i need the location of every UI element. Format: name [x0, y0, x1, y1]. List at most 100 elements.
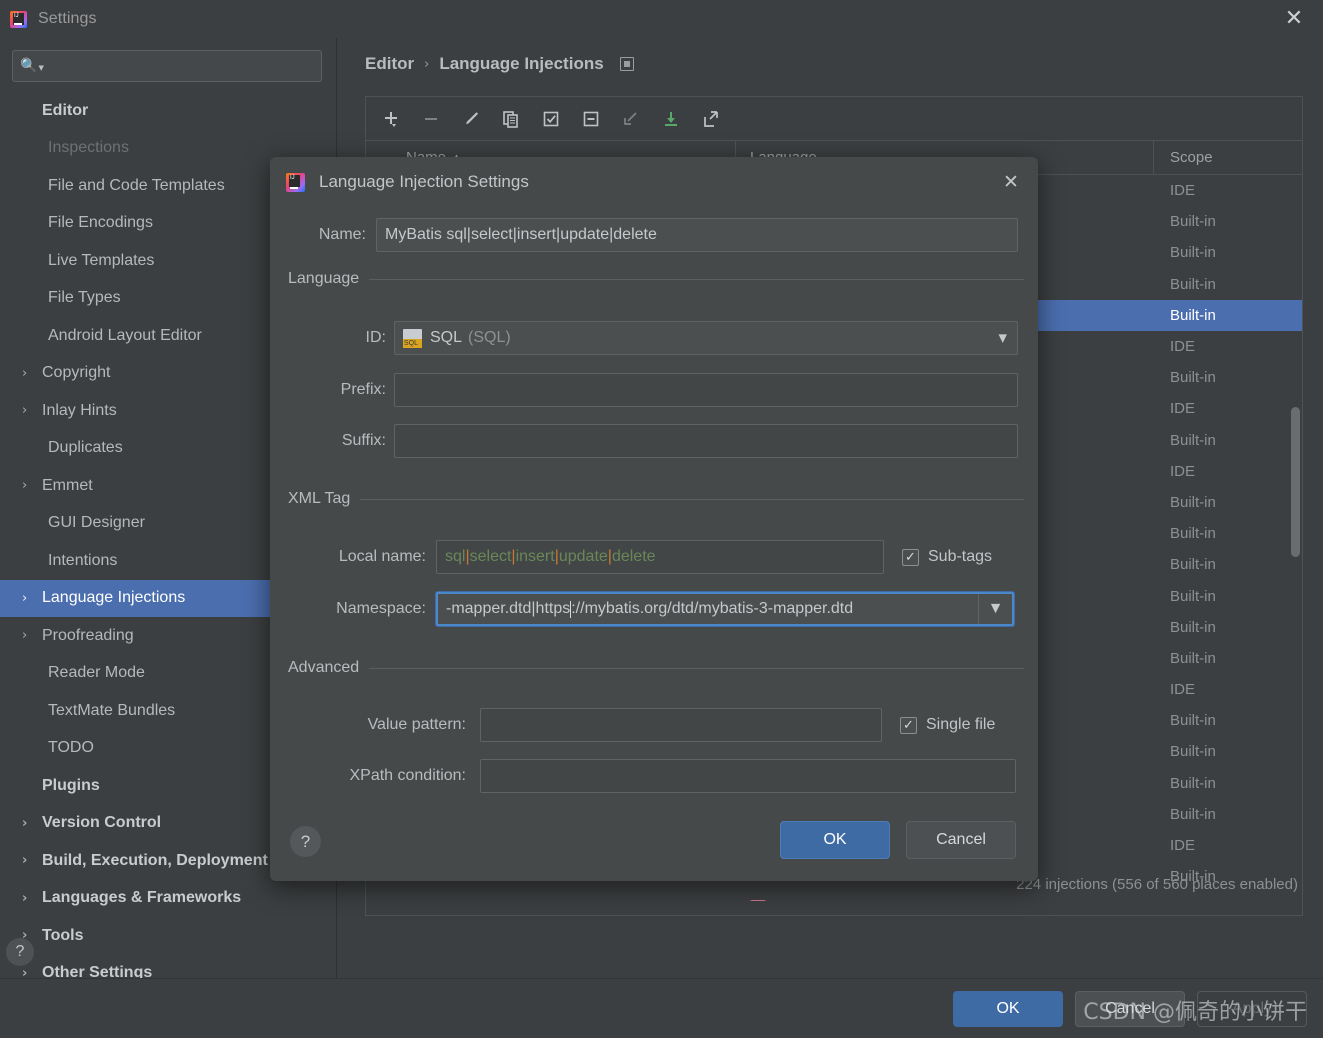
row-scope: Built-in [1170, 493, 1216, 511]
subtags-checkbox[interactable]: ✓ Sub-tags [902, 548, 992, 566]
chevron-right-icon[interactable]: › [22, 478, 42, 493]
row-scope: IDE [1170, 837, 1196, 855]
language-id-paren: (SQL) [468, 329, 511, 346]
value-pattern-input[interactable] [480, 708, 882, 742]
name-row: Name: MyBatis sql|select|insert|update|d… [288, 218, 1018, 252]
language-section-header: Language [288, 270, 1024, 288]
chevron-down-icon[interactable]: ▼ [999, 332, 1007, 345]
collapse-icon[interactable] [620, 108, 642, 130]
window-title-bar: Settings [0, 0, 1323, 38]
xpath-row: XPath condition: [288, 759, 1028, 793]
suffix-label: Suffix: [341, 432, 386, 449]
dialog-help-button[interactable]: ? [290, 826, 321, 857]
namespace-combo-input[interactable]: -mapper.dtd|https://mybatis.org/dtd/myba… [436, 592, 1014, 626]
search-icon: 🔍 ▼ [20, 58, 44, 74]
row-scope: IDE [1170, 400, 1196, 418]
local-name-token: select [469, 548, 512, 565]
close-icon[interactable]: ✕ [998, 169, 1024, 195]
namespace-row: Namespace: -mapper.dtd|https://mybatis.o… [288, 592, 1028, 626]
language-id-value: SQL [430, 329, 463, 346]
search-input[interactable] [43, 58, 321, 74]
chevron-right-icon[interactable]: › [22, 403, 42, 418]
sidebar-item-label: Android Layout Editor [48, 326, 202, 344]
row-scope: Built-in [1170, 556, 1216, 574]
settings-scope-icon[interactable] [619, 57, 634, 71]
cancel-button[interactable]: Cancel [1075, 990, 1185, 1027]
check-all-icon[interactable] [540, 108, 562, 130]
add-icon[interactable] [380, 108, 402, 130]
injections-status: 224 injections (556 of 560 places enable… [1016, 876, 1298, 893]
xpath-input[interactable] [480, 759, 1016, 793]
section-divider [369, 667, 1024, 669]
row-scope: IDE [1170, 681, 1196, 699]
id-label: ID: [365, 329, 386, 346]
injections-toolbar [366, 97, 1302, 141]
vertical-scrollbar[interactable] [1291, 407, 1300, 557]
name-input[interactable]: MyBatis sql|select|insert|update|delete [376, 218, 1018, 252]
sidebar-item-languages-frameworks[interactable]: › Languages & Frameworks [0, 880, 336, 918]
checkbox-icon: ✓ [902, 548, 919, 566]
local-name-token: sql [445, 548, 466, 565]
dialog-ok-button[interactable]: OK [780, 821, 890, 859]
row-scope: Built-in [1170, 275, 1216, 293]
chevron-down-icon[interactable]: ▼ [978, 594, 1012, 624]
column-label-scope: Scope [1170, 149, 1213, 166]
breadcrumb-root[interactable]: Editor [365, 54, 414, 74]
export-icon[interactable] [700, 108, 722, 130]
sql-file-icon [403, 328, 422, 348]
xml-tag-section-label: XML Tag [288, 490, 351, 507]
sidebar-item-editor[interactable]: Editor [0, 92, 336, 130]
local-name-input[interactable]: sql | select | insert | update | delete [436, 540, 884, 574]
row-scope: Built-in [1170, 774, 1216, 792]
prefix-input[interactable] [394, 373, 1018, 407]
chevron-right-icon[interactable]: › [22, 366, 42, 381]
chevron-right-icon[interactable]: › [22, 853, 42, 868]
row-scope: Built-in [1170, 805, 1216, 823]
chevron-right-icon: › [424, 56, 430, 72]
single-file-checkbox[interactable]: ✓ Single file [900, 716, 995, 734]
suffix-input[interactable] [394, 424, 1018, 458]
local-name-token: insert [515, 548, 555, 565]
advanced-section-label: Advanced [288, 659, 360, 676]
row-scope: Built-in [1170, 369, 1216, 387]
sidebar-item-label: TextMate Bundles [48, 701, 176, 719]
sidebar-item-label: Language Injections [42, 589, 186, 607]
single-file-label: Single file [926, 716, 996, 733]
row-scope: IDE [1170, 182, 1196, 200]
ok-button[interactable]: OK [953, 990, 1063, 1027]
chevron-right-icon[interactable]: › [22, 591, 42, 606]
chevron-right-icon[interactable]: › [22, 628, 42, 643]
prefix-row: Prefix: [288, 373, 1018, 407]
dialog-cancel-button[interactable]: Cancel [906, 821, 1016, 859]
sidebar-item-label: File and Code Templates [48, 176, 225, 194]
column-header-scope[interactable]: Scope [1154, 141, 1302, 174]
sidebar-item-label: GUI Designer [48, 514, 145, 532]
value-pattern-label: Value pattern: [367, 716, 466, 733]
table-row[interactable]: xml: style in fxml CSS CSS Built-in [366, 892, 1302, 901]
remove-icon[interactable] [420, 108, 442, 130]
chevron-right-icon[interactable]: › [22, 816, 42, 831]
search-container: 🔍 ▼ [0, 38, 336, 90]
sidebar-item-label: Build, Execution, Deployment [42, 851, 268, 869]
window-title: Settings [38, 10, 97, 27]
close-icon[interactable]: ✕ [1279, 4, 1309, 34]
language-id-dropdown[interactable]: SQL (SQL) ▼ [394, 321, 1018, 355]
row-scope: Built-in [1170, 525, 1216, 543]
uncheck-all-icon[interactable] [580, 108, 602, 130]
row-scope: Built-in [1170, 587, 1216, 605]
import-icon[interactable] [660, 108, 682, 130]
breadcrumb: Editor › Language Injections [338, 38, 1323, 74]
sidebar-item-label: Copyright [42, 364, 111, 382]
apply-button[interactable]: Apply [1197, 990, 1307, 1027]
sidebar-item-tools[interactable]: › Tools [0, 917, 336, 955]
duplicate-icon[interactable] [500, 108, 522, 130]
checkbox-icon: ✓ [900, 716, 917, 734]
local-name-label: Local name: [338, 548, 426, 565]
chevron-right-icon[interactable]: › [22, 891, 42, 906]
sidebar-item-label: Reader Mode [48, 664, 145, 682]
edit-pencil-icon[interactable] [460, 108, 482, 130]
settings-footer: OK Cancel Apply [0, 978, 1323, 1038]
intellij-idea-logo [286, 172, 305, 192]
search-box[interactable]: 🔍 ▼ [12, 50, 322, 82]
help-button[interactable]: ? [6, 938, 34, 966]
